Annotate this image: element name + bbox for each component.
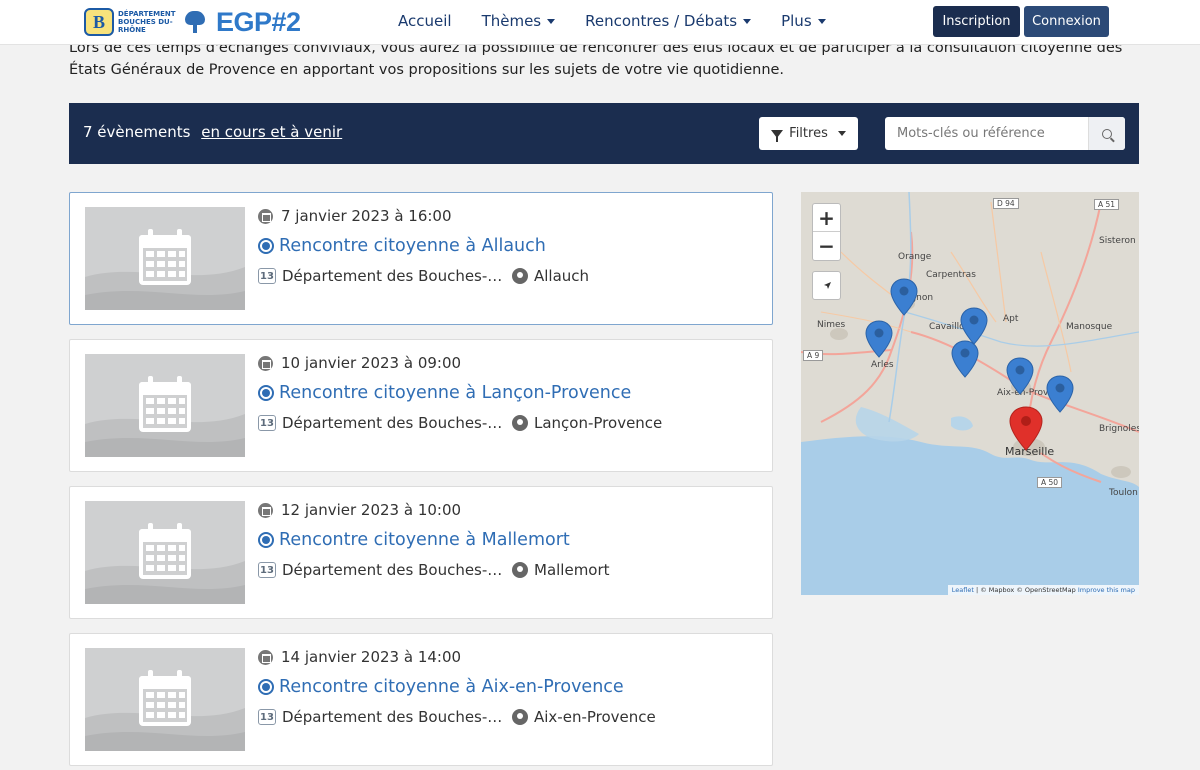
location-pin-icon [512, 268, 528, 284]
locate-arrow-icon [823, 281, 831, 289]
calendar-icon [258, 502, 273, 518]
event-organizer: Département des Bouches-du-Rhône [282, 414, 504, 432]
nav-rencontres-debats[interactable]: Rencontres / Débats [585, 12, 752, 30]
nav-accueil[interactable]: Accueil [398, 12, 452, 30]
search-icon [1102, 128, 1112, 139]
leaflet-link[interactable]: Leaflet [952, 586, 974, 594]
location-pin-icon [512, 562, 528, 578]
map-zoom-controls: + − [812, 203, 841, 261]
map-marker[interactable] [960, 307, 988, 345]
event-location: Mallemort [534, 561, 610, 579]
event-thumbnail[interactable] [85, 354, 245, 457]
department-icon: 13 [258, 709, 276, 725]
main-nav: Accueil Thèmes Rencontres / Débats Plus [398, 0, 826, 42]
public-event-icon [258, 679, 274, 695]
event-title-link[interactable]: Rencontre citoyenne à Allauch [279, 236, 546, 256]
logo-dept-line2: BOUCHES DU-RHÔNE [118, 18, 173, 34]
event-thumbnail[interactable] [85, 207, 245, 310]
calendar-icon [258, 208, 273, 224]
calendar-placeholder-icon [85, 207, 245, 310]
logo-dept-line1: DÉPARTEMENT [118, 10, 176, 18]
improve-map-link[interactable]: Improve this map [1078, 586, 1135, 594]
login-button[interactable]: Connexion [1024, 6, 1109, 37]
event-title-link[interactable]: Rencontre citoyenne à Aix-en-Provence [279, 677, 624, 697]
map-attribution: Leaflet | © Mapbox © OpenStreetMap Impro… [947, 585, 1139, 595]
map-marker[interactable] [890, 278, 918, 316]
signup-button[interactable]: Inscription [933, 6, 1020, 37]
location-pin-icon [512, 415, 528, 431]
events-count: 7 évènements [83, 123, 191, 141]
event-card[interactable]: 10 janvier 2023 à 09:00 Rencontre citoyen… [69, 339, 773, 472]
department-icon: 13 [258, 415, 276, 431]
calendar-placeholder-icon [85, 354, 245, 457]
map-marker[interactable] [865, 320, 893, 358]
period-filter-link[interactable]: en cours et à venir [201, 123, 342, 141]
event-location: Allauch [534, 267, 590, 285]
calendar-placeholder-icon [85, 648, 245, 751]
public-event-icon [258, 238, 274, 254]
event-organizer: Département des Bouches-du-Rhône [282, 267, 504, 285]
funnel-icon [771, 129, 784, 142]
event-card[interactable]: 14 janvier 2023 à 14:00 Rencontre citoyen… [69, 633, 773, 766]
events-map[interactable]: D 94 A 51 Sisteron Orange Carpentras Avi… [801, 192, 1139, 595]
calendar-icon [258, 649, 273, 665]
department-icon: 13 [258, 562, 276, 578]
event-thumbnail[interactable] [85, 648, 245, 751]
event-date: 14 janvier 2023 à 14:00 [281, 648, 462, 666]
event-thumbnail[interactable] [85, 501, 245, 604]
zoom-in-button[interactable]: + [813, 204, 840, 232]
top-navbar: B DÉPARTEMENT BOUCHES DU-RHÔNE EGP#2 Acc… [0, 0, 1200, 45]
event-date: 7 janvier 2023 à 16:00 [281, 207, 452, 225]
caret-down-icon [743, 19, 752, 24]
public-event-icon [258, 385, 274, 401]
department-logo: B DÉPARTEMENT BOUCHES DU-RHÔNE [84, 8, 208, 36]
department-b-icon: B [84, 8, 114, 36]
event-location: Lançon-Provence [534, 414, 663, 432]
event-title-link[interactable]: Rencontre citoyenne à Mallemort [279, 530, 570, 550]
department-icon: 13 [258, 268, 276, 284]
public-event-icon [258, 532, 274, 548]
tree-icon [182, 9, 208, 35]
filters-button[interactable]: Filtres [759, 117, 858, 150]
site-logo[interactable]: B DÉPARTEMENT BOUCHES DU-RHÔNE EGP#2 [84, 3, 301, 41]
event-date: 12 janvier 2023 à 10:00 [281, 501, 462, 519]
map-marker[interactable] [1046, 375, 1074, 413]
map-marker[interactable] [1006, 357, 1034, 395]
locate-button[interactable] [812, 271, 841, 300]
zoom-out-button[interactable]: − [813, 232, 840, 260]
egp-logo-text: EGP#2 [216, 6, 301, 37]
caret-down-icon [837, 131, 846, 136]
map-markers [865, 278, 1074, 451]
event-card[interactable]: 12 janvier 2023 à 10:00 Rencontre citoyen… [69, 486, 773, 619]
search-button[interactable] [1088, 117, 1125, 150]
caret-down-icon [547, 19, 556, 24]
event-location: Aix-en-Provence [534, 708, 656, 726]
nav-themes[interactable]: Thèmes [482, 12, 556, 30]
event-title-link[interactable]: Rencontre citoyenne à Lançon-Provence [279, 383, 631, 403]
location-pin-icon [512, 709, 528, 725]
map-marker[interactable] [951, 340, 979, 378]
event-organizer: Département des Bouches-du-Rhône [282, 561, 504, 579]
event-date: 10 janvier 2023 à 09:00 [281, 354, 462, 372]
events-search-bar: 7 évènements en cours et à venir Filtres [69, 103, 1139, 164]
keyword-search [885, 117, 1125, 150]
calendar-icon [258, 355, 273, 371]
nav-plus[interactable]: Plus [781, 12, 826, 30]
keyword-search-input[interactable] [885, 117, 1085, 150]
event-card[interactable]: 7 janvier 2023 à 16:00 Rencontre citoyenn… [69, 192, 773, 325]
map-marker-active[interactable] [1009, 406, 1043, 451]
calendar-placeholder-icon [85, 501, 245, 604]
event-organizer: Département des Bouches-du-Rhône [282, 708, 504, 726]
caret-down-icon [817, 19, 826, 24]
